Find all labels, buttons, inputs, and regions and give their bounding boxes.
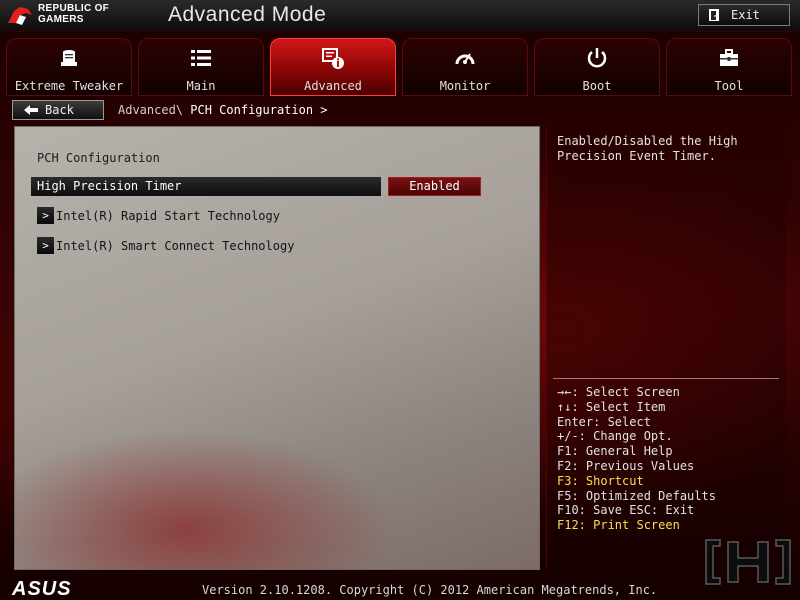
shortcut-select-screen: →←: Select Screen (557, 385, 680, 399)
list-icon (191, 50, 211, 66)
shortcut-general-help: F1: General Help (557, 444, 673, 459)
tab-advanced[interactable]: Advanced (270, 38, 396, 96)
shortcut-change-opt: +/-: Change Opt. (557, 429, 673, 444)
tab-label: Main (186, 79, 216, 93)
submenu-arrow-icon: > (37, 237, 54, 254)
tab-main[interactable]: Main (138, 38, 264, 96)
exit-button[interactable]: Exit (698, 4, 790, 26)
shortcut-save-exit: F10: Save ESC: Exit (557, 503, 695, 518)
shortcut-previous-values: F2: Previous Values (557, 458, 695, 473)
breadcrumb-parent[interactable]: Advanced\ (118, 103, 183, 117)
section-title: PCH Configuration (37, 151, 160, 165)
settings-panel: PCH Configuration High Precision Timer E… (14, 126, 540, 570)
help-panel: Enabled/Disabled the High Precision Even… (546, 126, 786, 570)
tab-extreme-tweaker[interactable]: Extreme Tweaker (6, 38, 132, 96)
submenu-label: Intel(R) Rapid Start Technology (56, 208, 280, 223)
shortcut-select-item: ↑↓: Select Item (557, 399, 666, 414)
tab-monitor[interactable]: Monitor (402, 38, 528, 96)
toolbox-icon (720, 49, 738, 66)
advanced-info-icon (322, 48, 344, 69)
breadcrumb-current: PCH Configuration > (190, 103, 328, 117)
back-label: Back (45, 103, 74, 117)
submenu-smart-connect[interactable]: > Intel(R) Smart Connect Technology (37, 236, 294, 255)
tab-tool[interactable]: Tool (666, 38, 792, 96)
power-icon (587, 48, 607, 68)
help-description: Enabled/Disabled the High Precision Even… (557, 134, 738, 163)
asus-logo: ASUS (12, 578, 72, 600)
rog-brand-text: REPUBLIC OF GAMERS (38, 3, 110, 25)
page-title: Advanced Mode (168, 3, 327, 26)
shortcut-optimized-defaults: F5: Optimized Defaults (557, 488, 716, 503)
tab-label: Monitor (439, 79, 491, 93)
hardocp-watermark-logo (705, 539, 791, 585)
back-button[interactable]: Back (12, 100, 104, 120)
tab-label: Extreme Tweaker (14, 79, 124, 93)
shortcut-f3-shortcut[interactable]: F3: Shortcut (557, 474, 716, 489)
exit-label: Exit (731, 8, 760, 22)
shortcut-print-screen[interactable]: F12: Print Screen (557, 518, 716, 533)
gauge-icon (455, 53, 475, 65)
exit-door-icon (709, 9, 719, 21)
tab-label: Advanced (304, 79, 362, 93)
shortcut-list: →←: Select Screen ↑↓: Select Item Enter:… (557, 385, 716, 533)
tab-boot[interactable]: Boot (534, 38, 660, 96)
submenu-label: Intel(R) Smart Connect Technology (56, 238, 295, 253)
top-bar: REPUBLIC OF GAMERS Advanced Mode Exit (0, 0, 800, 32)
breadcrumb: Advanced\ PCH Configuration > (118, 103, 328, 117)
back-arrow-icon (24, 105, 38, 115)
rog-logo-icon (8, 7, 32, 25)
submenu-rapid-start[interactable]: > Intel(R) Rapid Start Technology (37, 206, 280, 225)
divider (553, 378, 779, 379)
submenu-arrow-icon: > (37, 207, 54, 224)
high-precision-timer-row[interactable]: High Precision Timer (31, 177, 381, 196)
tab-label: Boot (582, 79, 612, 93)
cpu-cooler-icon (61, 50, 77, 66)
tab-label: Tool (714, 79, 744, 93)
high-precision-timer-value[interactable]: Enabled (388, 177, 481, 196)
shortcut-enter-select: Enter: Select (557, 414, 651, 429)
version-text: Version 2.10.1208. Copyright (C) 2012 Am… (202, 583, 658, 597)
